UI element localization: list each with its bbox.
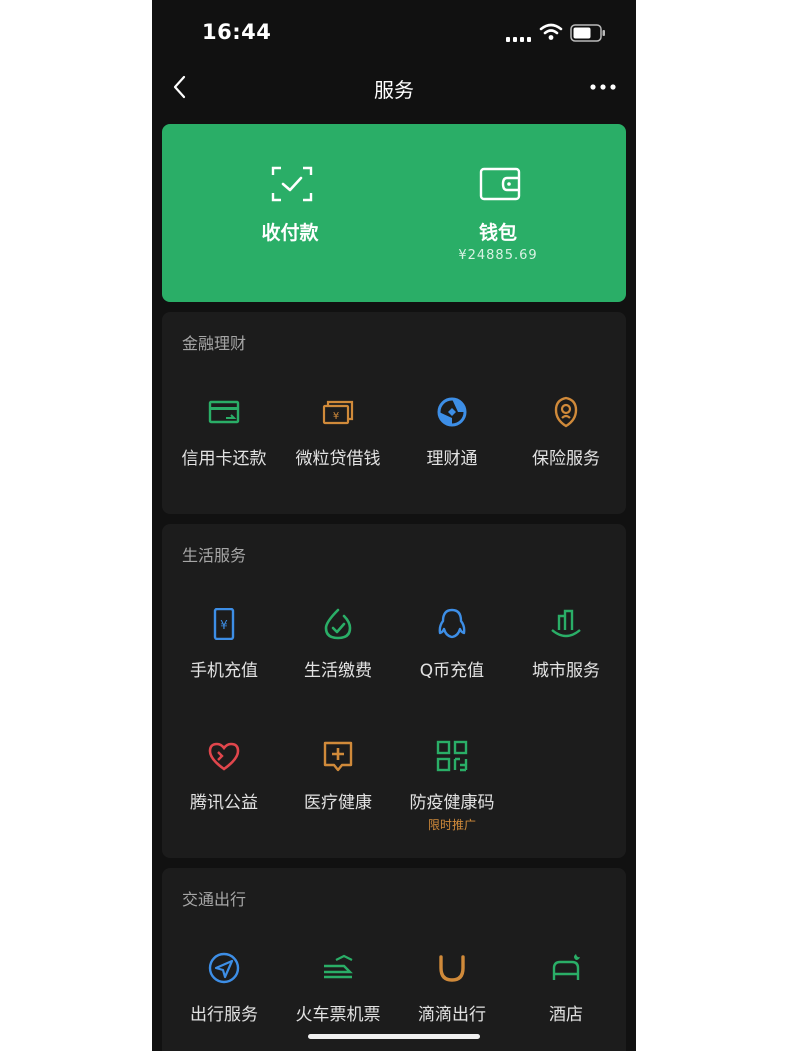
receive-pay-button[interactable]: 收付款 bbox=[174, 124, 406, 302]
grid-label: 信用卡还款 bbox=[181, 449, 267, 469]
status-bar: 16:44 bbox=[152, 0, 636, 60]
wallet-label: 钱包 bbox=[478, 222, 517, 244]
grid-label: 医疗健康 bbox=[304, 793, 372, 813]
grid-item-wealth[interactable]: 理财通 bbox=[394, 396, 510, 506]
grid-label: Q币充值 bbox=[419, 661, 485, 681]
grid-item-insurance[interactable]: 保险服务 bbox=[508, 396, 624, 506]
grid-label: 保险服务 bbox=[532, 449, 600, 469]
grid-label: 酒店 bbox=[549, 1005, 583, 1025]
phone-recharge-icon: ¥ bbox=[213, 608, 235, 640]
grid-item-qcoin[interactable]: Q币充值 bbox=[394, 608, 510, 718]
wallet-balance: ¥24885.69 bbox=[458, 248, 538, 263]
nav-bar: 服务 bbox=[152, 62, 636, 112]
grid-label: 生活缴费 bbox=[304, 661, 372, 681]
svg-text:¥: ¥ bbox=[333, 411, 339, 422]
signal-icon bbox=[506, 37, 531, 42]
grid-item-phone-recharge[interactable]: ¥ 手机充值 bbox=[166, 608, 282, 718]
grid-item-credit-card[interactable]: 信用卡还款 bbox=[166, 396, 282, 506]
grid-label: 手机充值 bbox=[190, 661, 258, 681]
wealth-icon bbox=[437, 397, 467, 427]
receive-pay-label: 收付款 bbox=[261, 222, 319, 244]
grid-label: 微粒贷借钱 bbox=[295, 449, 381, 469]
grid-label: 理财通 bbox=[426, 449, 478, 469]
page-title: 服务 bbox=[374, 78, 414, 102]
grid-item-travel[interactable]: 出行服务 bbox=[166, 952, 282, 1051]
qr-code-icon bbox=[436, 740, 468, 772]
section-title-life: 生活服务 bbox=[182, 546, 247, 565]
utility-payment-icon bbox=[324, 608, 352, 640]
grid-item-loan[interactable]: ¥ 微粒贷借钱 bbox=[280, 396, 396, 506]
phone-screen: 16:44 服务 收付款 钱包 ¥24885.69 金融理财 信用卡还款 ¥ 微… bbox=[152, 0, 636, 1051]
pay-card: 收付款 钱包 ¥24885.69 bbox=[162, 124, 626, 302]
wallet-icon bbox=[479, 167, 521, 201]
section-finance: 金融理财 信用卡还款 ¥ 微粒贷借钱 理财通 保险服务 bbox=[162, 312, 626, 514]
grid-label: 出行服务 bbox=[190, 1005, 258, 1025]
grid-item-health-code[interactable]: 防疫健康码 限时推广 bbox=[394, 740, 510, 850]
home-indicator[interactable] bbox=[308, 1034, 480, 1039]
grid-item-charity[interactable]: 腾讯公益 bbox=[166, 740, 282, 850]
section-title-transport: 交通出行 bbox=[182, 890, 247, 909]
status-time: 16:44 bbox=[202, 20, 272, 44]
train-icon bbox=[324, 954, 353, 979]
battery-icon bbox=[570, 24, 605, 42]
grid-item-hotel[interactable]: 酒店 bbox=[508, 952, 624, 1051]
medical-icon bbox=[323, 741, 353, 772]
charity-heart-icon bbox=[208, 742, 240, 771]
grid-item-medical[interactable]: 医疗健康 bbox=[280, 740, 396, 850]
section-transport: 交通出行 出行服务 火车票机票 滴滴出行 酒店 bbox=[162, 868, 626, 1051]
qq-penguin-icon bbox=[438, 608, 466, 639]
grid-label: 腾讯公益 bbox=[190, 793, 258, 813]
navigation-icon bbox=[208, 952, 240, 984]
grid-item-city[interactable]: 城市服务 bbox=[508, 608, 624, 718]
city-icon bbox=[551, 609, 581, 638]
scan-check-icon bbox=[271, 166, 313, 202]
svg-text:¥: ¥ bbox=[220, 618, 228, 632]
grid-item-utility[interactable]: 生活缴费 bbox=[280, 608, 396, 718]
section-life: 生活服务 ¥ 手机充值 生活缴费 Q币充值 城市服务 腾讯公益 医疗健康 防疫健… bbox=[162, 524, 626, 858]
hotel-bed-icon bbox=[552, 954, 580, 980]
promo-badge: 限时推广 bbox=[427, 818, 476, 832]
wifi-icon bbox=[539, 23, 563, 40]
grid-label: 防疫健康码 bbox=[409, 793, 495, 813]
more-options-icon[interactable] bbox=[588, 74, 618, 100]
grid-label: 火车票机票 bbox=[295, 1005, 381, 1025]
didi-icon bbox=[439, 955, 465, 982]
loan-icon: ¥ bbox=[322, 400, 354, 425]
section-title-finance: 金融理财 bbox=[182, 334, 247, 353]
credit-card-icon bbox=[208, 400, 240, 424]
grid-label: 城市服务 bbox=[532, 661, 600, 681]
grid-label: 滴滴出行 bbox=[418, 1005, 486, 1025]
wallet-button[interactable]: 钱包 ¥24885.69 bbox=[382, 124, 614, 302]
insurance-icon bbox=[554, 396, 578, 428]
